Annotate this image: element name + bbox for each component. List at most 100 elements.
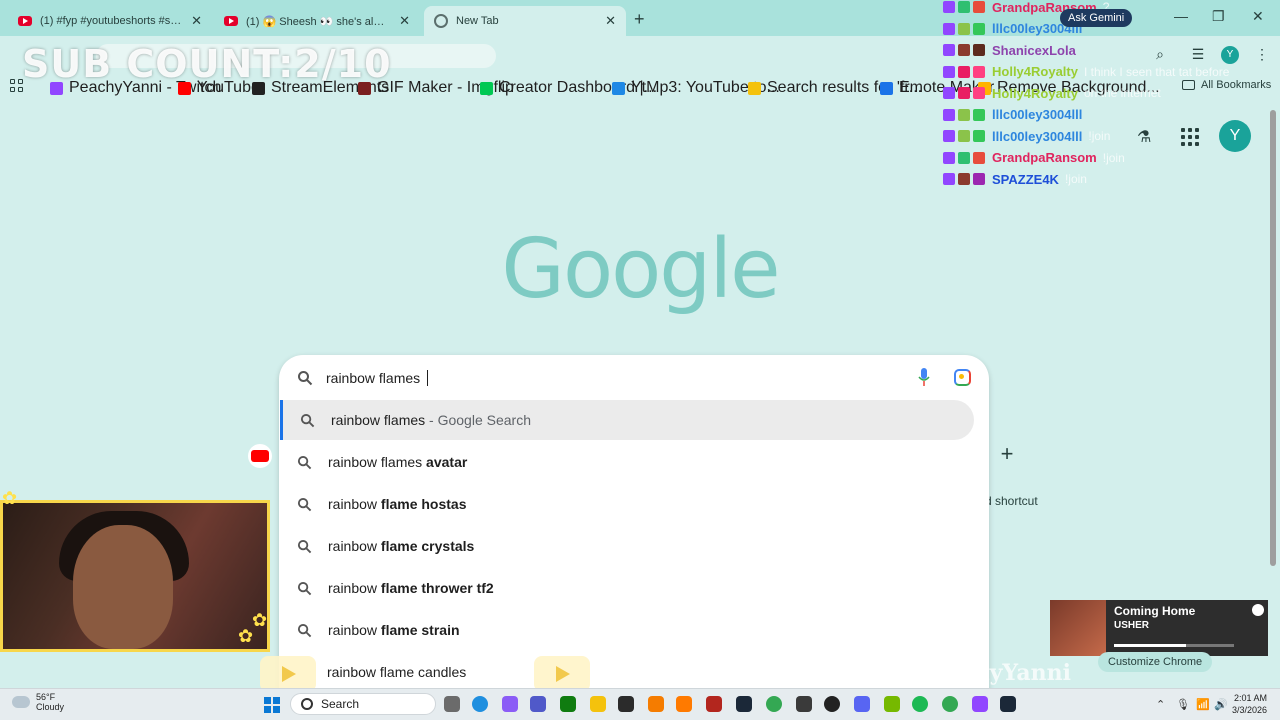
- chat-username: ShanicexLola: [992, 42, 1076, 58]
- shortcut-youtube[interactable]: [248, 444, 272, 468]
- new-tab-button[interactable]: +: [634, 9, 645, 30]
- steam-icon[interactable]: [1000, 696, 1016, 712]
- suggestion-item[interactable]: rainbow flame crystals: [280, 526, 974, 566]
- windows-start-icon[interactable]: [264, 697, 280, 713]
- suggestion-item[interactable]: rainbow flames avatar: [280, 442, 974, 482]
- taskbar-search[interactable]: Search: [290, 693, 436, 715]
- chat-text: !join: [1064, 172, 1087, 186]
- suggestion-item[interactable]: rainbow flames - Google Search: [280, 400, 974, 440]
- suggestion-cut-off[interactable]: rainbow flame candles: [327, 664, 466, 680]
- microphone-icon[interactable]: 🎙: [1176, 698, 1190, 711]
- minimize-icon[interactable]: —: [1174, 8, 1188, 24]
- chat-badge-icon: [958, 87, 970, 99]
- suggestion-base: rainbow: [328, 538, 381, 554]
- microphone-icon[interactable]: [918, 368, 930, 388]
- chevron-up-icon[interactable]: ⌃: [1156, 698, 1165, 711]
- app-icon[interactable]: [706, 696, 722, 712]
- customize-chrome-button[interactable]: Customize Chrome: [1098, 652, 1213, 672]
- add-shortcut-button[interactable]: +: [995, 443, 1019, 467]
- suggestion-completion: flame hostas: [380, 496, 467, 512]
- obs-icon[interactable]: [824, 696, 840, 712]
- flower-icon: ✿: [238, 626, 254, 646]
- chat-text: I think I seen that tat before: [1083, 64, 1230, 79]
- bookmark-label: YouTube: [197, 79, 260, 96]
- weather-condition: Cloudy: [36, 702, 65, 712]
- chat-message: lllc00ley3004lll: [943, 106, 1088, 124]
- chat-message: lllc00ley3004lll !join: [943, 127, 1110, 145]
- weather-widget[interactable]: 56°F Cloudy: [12, 692, 64, 712]
- chat-badge-icon: [958, 151, 970, 164]
- teams-icon[interactable]: [530, 696, 546, 712]
- app-icon[interactable]: [648, 696, 664, 712]
- chrome-icon[interactable]: [766, 696, 782, 712]
- chat-badge-icon: [943, 44, 955, 56]
- bookmark-icon: [178, 81, 191, 95]
- chat-text: on the internet: [1083, 86, 1161, 100]
- chat-badge-icon: [973, 151, 985, 164]
- suggestion-base: rainbow flames: [331, 412, 426, 428]
- avatar[interactable]: Y: [1221, 46, 1239, 64]
- chat-text: !join: [1088, 129, 1111, 143]
- taskbar: [0, 688, 1280, 720]
- youtube-icon: [18, 16, 32, 26]
- suggestion-completion: flame strain: [380, 622, 460, 638]
- store-icon[interactable]: [618, 696, 634, 712]
- wifi-icon[interactable]: 📶: [1196, 698, 1210, 711]
- nvidia-icon[interactable]: [884, 696, 900, 712]
- menu-icon[interactable]: ⋮: [1252, 46, 1272, 66]
- spotify-widget: Coming Home USHER: [1050, 600, 1268, 656]
- chat-badge-icon: [943, 87, 955, 99]
- close-icon[interactable]: ✕: [191, 13, 202, 29]
- apps-icon[interactable]: [10, 79, 24, 93]
- chat-badge-icon: [943, 173, 955, 185]
- close-icon[interactable]: ✕: [399, 13, 410, 29]
- add-shortcut-label: d shortcut: [985, 494, 1038, 508]
- app-icon[interactable]: [676, 696, 692, 712]
- tab-youtube-shorts[interactable]: (1) #fyp #youtubeshorts #short ✕: [8, 6, 212, 36]
- volume-icon[interactable]: 🔊: [1214, 698, 1228, 711]
- restore-icon[interactable]: ❐: [1212, 8, 1225, 25]
- chat-badge-icon: [973, 87, 985, 99]
- bookmark-item[interactable]: YouTube: [178, 79, 260, 97]
- chat-badge-icon: [958, 22, 970, 35]
- suggestion-item[interactable]: rainbow flame strain: [280, 610, 974, 650]
- chat-badge-icon: [973, 108, 985, 121]
- all-bookmarks[interactable]: All Bookmarks: [1182, 79, 1271, 91]
- window-close-icon[interactable]: ✕: [1252, 8, 1264, 25]
- scrollbar[interactable]: [1270, 110, 1276, 566]
- bookmark-icon: [50, 81, 63, 95]
- chat-badge-icon: [943, 108, 955, 121]
- suggestion-item[interactable]: rainbow flame thrower tf2: [280, 568, 974, 608]
- close-icon[interactable]: ✕: [605, 13, 616, 29]
- google-apps-icon[interactable]: [1181, 128, 1199, 146]
- labs-icon[interactable]: ⚗: [1137, 127, 1151, 147]
- app-icon[interactable]: [796, 696, 812, 712]
- steam-icon[interactable]: [736, 696, 752, 712]
- twitch-icon[interactable]: [972, 696, 988, 712]
- copilot-icon[interactable]: [502, 696, 518, 712]
- chat-badge-icon: [973, 22, 985, 35]
- tab-youtube-sheesh[interactable]: (1) 😱 Sheesh 👀 she's always ✕: [214, 6, 420, 36]
- tab-title: New Tab: [456, 15, 499, 27]
- account-avatar[interactable]: Y: [1219, 120, 1251, 152]
- taskbar-clock[interactable]: 2:01 AM 3/3/2026: [1232, 692, 1267, 716]
- edge-icon[interactable]: [472, 696, 488, 712]
- ask-gemini-button[interactable]: Ask Gemini: [1060, 9, 1133, 27]
- all-bookmarks-label: All Bookmarks: [1201, 79, 1272, 91]
- youtube-overlay-icon: [534, 656, 590, 692]
- bookmark-icon: [252, 81, 265, 95]
- suggestion-item[interactable]: rainbow flame hostas: [280, 484, 974, 524]
- chrome-icon[interactable]: [942, 696, 958, 712]
- folder-icon: [1182, 80, 1195, 90]
- song-title: Coming Home: [1114, 604, 1196, 618]
- file-explorer-icon[interactable]: [590, 696, 606, 712]
- search-icon: [297, 581, 312, 595]
- streamer-handle: PeachyYanni: [916, 660, 1071, 686]
- discord-icon[interactable]: [854, 696, 870, 712]
- task-view-icon[interactable]: [444, 696, 460, 712]
- tab-new-tab[interactable]: New Tab ✕: [424, 6, 626, 36]
- xbox-icon[interactable]: [560, 696, 576, 712]
- search-input[interactable]: rainbow flames: [326, 370, 429, 386]
- spotify-icon[interactable]: [912, 696, 928, 712]
- google-lens-icon[interactable]: [954, 369, 971, 386]
